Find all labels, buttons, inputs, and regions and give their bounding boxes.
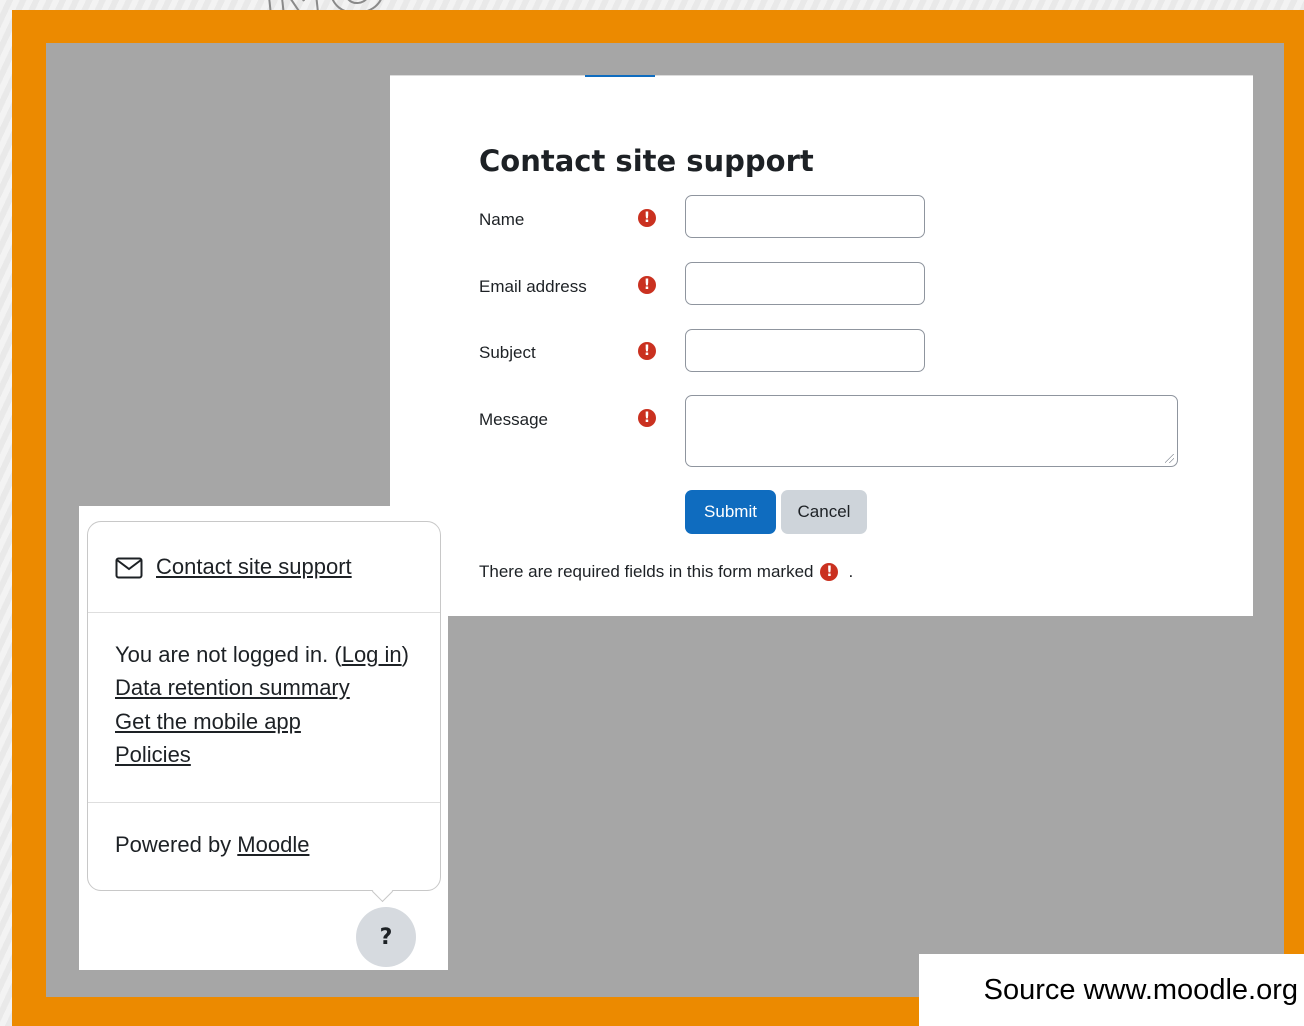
login-status-end: ) <box>401 642 409 667</box>
login-status-text: You are not logged in. ( <box>115 642 342 667</box>
moodle-link[interactable]: Moodle <box>237 832 309 857</box>
subject-input[interactable] <box>685 329 925 372</box>
required-icon: ! <box>638 276 656 294</box>
log-in-link[interactable]: Log in <box>342 642 402 667</box>
name-label: Name <box>479 210 525 229</box>
popover-divider <box>88 612 440 613</box>
get-mobile-app-link[interactable]: Get the mobile app <box>115 709 301 735</box>
popover-divider <box>88 802 440 803</box>
contact-form-panel: Contact site support Name ! Email addres… <box>390 75 1253 616</box>
active-tab-indicator <box>585 75 655 77</box>
required-icon: ! <box>820 563 839 581</box>
subject-label: Subject <box>479 343 536 362</box>
footer-panel: Contact site support You are not logged … <box>79 506 448 970</box>
contact-site-support-link[interactable]: Contact site support <box>156 554 352 580</box>
source-caption: Source www.moodle.org <box>919 954 1304 1026</box>
message-label: Message <box>479 410 548 429</box>
submit-button[interactable]: Submit <box>685 490 776 534</box>
popover-contact-section: Contact site support <box>88 522 440 612</box>
login-status-line: You are not logged in. (Log in) <box>115 642 409 668</box>
required-icon: ! <box>638 409 656 427</box>
required-icon: ! <box>638 342 656 360</box>
required-icon: ! <box>638 209 656 227</box>
resize-handle-icon[interactable] <box>1165 454 1174 463</box>
message-textarea[interactable] <box>685 395 1178 467</box>
data-retention-summary-link[interactable]: Data retention summary <box>115 675 350 701</box>
powered-by-line: Powered by Moodle <box>115 832 309 858</box>
required-note-text: There are required fields in this form m… <box>479 562 814 581</box>
policies-link[interactable]: Policies <box>115 742 191 768</box>
required-fields-note: There are required fields in this form m… <box>479 562 853 582</box>
envelope-icon <box>115 557 143 579</box>
required-note-period: . <box>848 562 854 581</box>
name-input[interactable] <box>685 195 925 238</box>
help-button[interactable]: ? <box>356 907 416 967</box>
email-input[interactable] <box>685 262 925 305</box>
powered-by-text: Powered by <box>115 832 238 857</box>
footer-popover: Contact site support You are not logged … <box>87 521 441 891</box>
cancel-button[interactable]: Cancel <box>781 490 867 534</box>
page-title: Contact site support <box>479 144 814 178</box>
email-label: Email address <box>479 277 587 296</box>
